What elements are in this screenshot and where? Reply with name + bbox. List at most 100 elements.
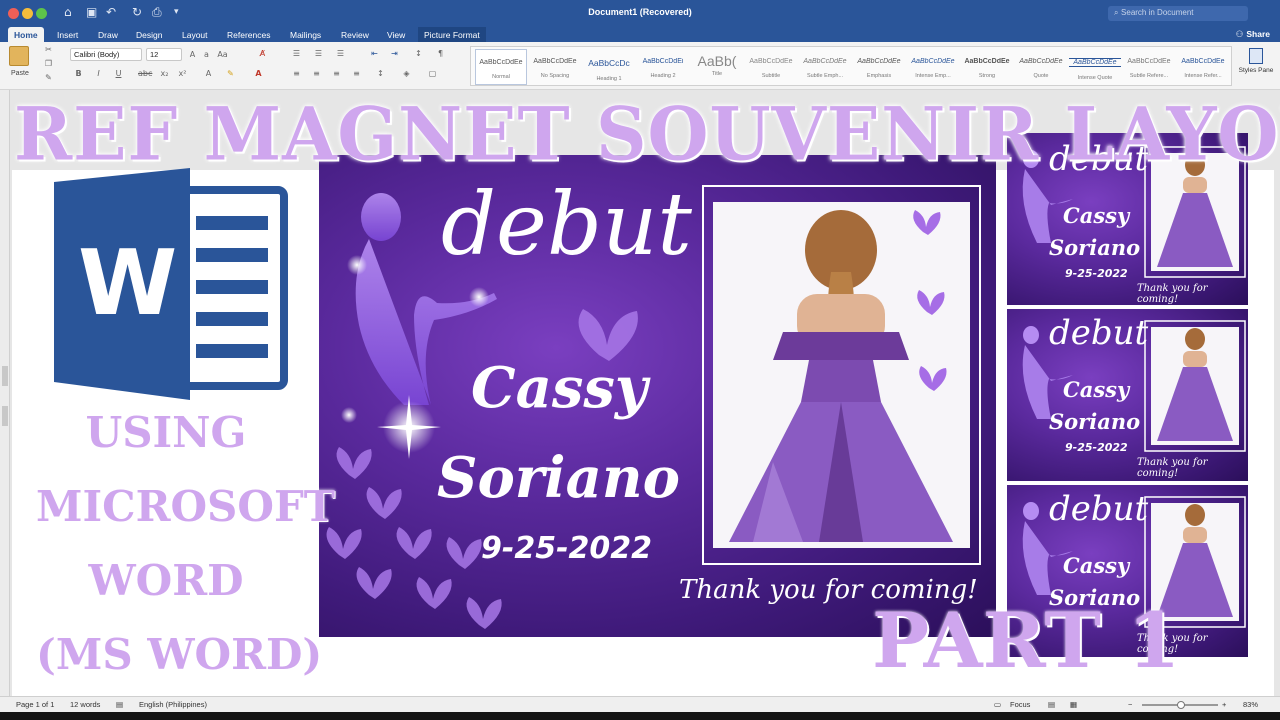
mini-card-date: 9-25-2022: [1065, 267, 1128, 280]
girl-in-gown-image: [729, 210, 953, 542]
zoom-out-button[interactable]: −: [1128, 700, 1132, 709]
style-heading-2[interactable]: AaBbCcDdEi Heading 2: [637, 49, 689, 85]
styles-pane-icon: [1249, 48, 1263, 64]
change-case-icon[interactable]: Aa: [216, 49, 229, 61]
word-count[interactable]: 12 words: [70, 700, 100, 709]
focus-button[interactable]: Focus: [1010, 700, 1030, 709]
mini-card-2[interactable]: debut Cassy Soriano 9-25-2022 Thank you …: [1007, 309, 1248, 481]
mini-card-thanks: Thank you for coming!: [1137, 283, 1208, 305]
tab-design[interactable]: Design: [130, 27, 168, 42]
underline-button[interactable]: U: [112, 68, 125, 80]
style-name: Intense Quote: [1077, 75, 1113, 81]
mini-card-script-title: debut: [1049, 489, 1149, 529]
styles-pane-button[interactable]: Styles Pane: [1238, 48, 1274, 74]
tab-view[interactable]: View: [381, 27, 411, 42]
language-indicator[interactable]: English (Philippines): [139, 700, 207, 709]
style-normal[interactable]: AaBbCcDdEe Normal: [475, 49, 527, 85]
bullets-icon[interactable]: ☰: [290, 48, 303, 60]
style-heading-1[interactable]: AaBbCcDc Heading 1: [583, 49, 635, 85]
ruler-marker[interactable]: [2, 366, 8, 386]
shading-icon[interactable]: ◈: [400, 68, 413, 80]
copy-icon[interactable]: ❐: [42, 58, 55, 70]
align-center-icon[interactable]: ≡: [310, 68, 323, 80]
style-intense-reference[interactable]: AaBbCcDdEe Intense Refer...: [1177, 49, 1229, 85]
style-subtitle[interactable]: AaBbCcDdEe Subtitle: [745, 49, 797, 85]
multilevel-list-icon[interactable]: ☰: [334, 48, 347, 60]
zoom-slider-thumb[interactable]: [1177, 701, 1185, 709]
mini-card-last-name: Soriano: [1049, 409, 1141, 434]
mini-card-last-name: Soriano: [1049, 235, 1141, 260]
grow-font-icon[interactable]: A: [186, 49, 199, 61]
style-no-spacing[interactable]: AaBbCcDdEe No Spacing: [529, 49, 581, 85]
page-count[interactable]: Page 1 of 1: [16, 700, 54, 709]
print-layout-icon[interactable]: ▤: [1048, 700, 1055, 709]
align-right-icon[interactable]: ≡: [330, 68, 343, 80]
sort-icon[interactable]: ↕: [412, 48, 425, 60]
borders-icon[interactable]: ▢: [426, 68, 439, 80]
tab-mailings[interactable]: Mailings: [284, 27, 327, 42]
add-person-icon: ⚇: [1235, 30, 1247, 40]
web-layout-icon[interactable]: ▦: [1070, 700, 1077, 709]
align-left-icon[interactable]: ≡: [290, 68, 303, 80]
tab-picture-format[interactable]: Picture Format: [418, 27, 486, 42]
style-title[interactable]: AaBb( Title: [691, 49, 743, 85]
ribbon-tabs: Home Insert Draw Design Layout Reference…: [0, 26, 1280, 42]
highlight-icon[interactable]: ✎: [224, 68, 237, 80]
style-name: Intense Refer...: [1184, 73, 1222, 79]
style-sample: AaBbCcDdEe: [911, 58, 955, 65]
style-emphasis[interactable]: AaBbCcDdEe Emphasis: [853, 49, 905, 85]
mini-card-first-name: Cassy: [1063, 553, 1130, 578]
style-name: Quote: [1033, 73, 1049, 79]
clipboard-icon[interactable]: [9, 46, 29, 66]
tab-insert[interactable]: Insert: [51, 27, 84, 42]
style-sample: AaBbCcDdEi: [642, 58, 684, 65]
souvenir-card[interactable]: debut Cassy Soriano 9-25-2022 Thank you …: [319, 155, 996, 637]
paste-label: Paste: [11, 70, 29, 77]
share-button[interactable]: ⚇ Share: [1236, 29, 1270, 40]
text-effects-icon[interactable]: A: [202, 68, 215, 80]
show-formatting-icon[interactable]: ¶: [434, 48, 447, 60]
tab-review[interactable]: Review: [335, 27, 375, 42]
tab-home[interactable]: Home: [8, 27, 44, 42]
proofing-icon[interactable]: ▤: [116, 700, 123, 709]
tab-draw[interactable]: Draw: [92, 27, 124, 42]
font-size-select[interactable]: 12: [146, 48, 182, 61]
tab-references[interactable]: References: [221, 27, 276, 42]
style-strong[interactable]: AaBbCcDdEe Strong: [961, 49, 1013, 85]
bold-button[interactable]: B: [72, 68, 85, 80]
style-name: Subtitle: [761, 73, 781, 79]
superscript-button[interactable]: x²: [176, 68, 189, 80]
style-sample: AaBbCcDdEe: [749, 58, 793, 65]
increase-indent-icon[interactable]: ⇥: [388, 48, 401, 60]
zoom-level[interactable]: 83%: [1243, 700, 1258, 709]
style-subtle-reference[interactable]: AaBbCcDdEe Subtle Refere...: [1123, 49, 1175, 85]
style-quote[interactable]: AaBbCcDdEe Quote: [1015, 49, 1067, 85]
decrease-indent-icon[interactable]: ⇤: [368, 48, 381, 60]
style-subtle-emphasis[interactable]: AaBbCcDdEe Subtle Emph...: [799, 49, 851, 85]
focus-icon[interactable]: ▭: [994, 700, 1001, 709]
line-spacing-icon[interactable]: ↕: [374, 68, 387, 80]
strikethrough-button[interactable]: abc: [138, 68, 152, 80]
font-name-select[interactable]: Calibri (Body): [70, 48, 142, 61]
styles-pane-label: Styles Pane: [1238, 67, 1274, 74]
cut-icon[interactable]: ✂: [42, 44, 55, 56]
girl-illustration[interactable]: [713, 202, 970, 548]
ruler-marker[interactable]: [2, 406, 8, 426]
format-painter-icon[interactable]: ✎: [42, 72, 55, 84]
mini-card-first-name: Cassy: [1063, 203, 1130, 228]
style-intense-quote[interactable]: AaBbCcDdEe Intense Quote: [1069, 49, 1121, 85]
style-intense-emphasis[interactable]: AaBbCcDdEe Intense Emp...: [907, 49, 959, 85]
card-last-name: Soriano: [437, 445, 680, 511]
clear-formatting-icon[interactable]: A̸: [256, 48, 269, 60]
subscript-button[interactable]: x₂: [158, 68, 171, 80]
style-name: No Spacing: [540, 73, 570, 79]
tab-layout[interactable]: Layout: [176, 27, 214, 42]
italic-button[interactable]: I: [92, 68, 105, 80]
font-color-icon[interactable]: A: [252, 68, 265, 80]
style-name: Intense Emp...: [915, 73, 951, 79]
zoom-in-button[interactable]: +: [1222, 700, 1226, 709]
numbering-icon[interactable]: ☰: [312, 48, 325, 60]
search-input[interactable]: ⌕ Search in Document: [1108, 6, 1248, 21]
justify-icon[interactable]: ≡: [350, 68, 363, 80]
shrink-font-icon[interactable]: a: [200, 49, 213, 61]
